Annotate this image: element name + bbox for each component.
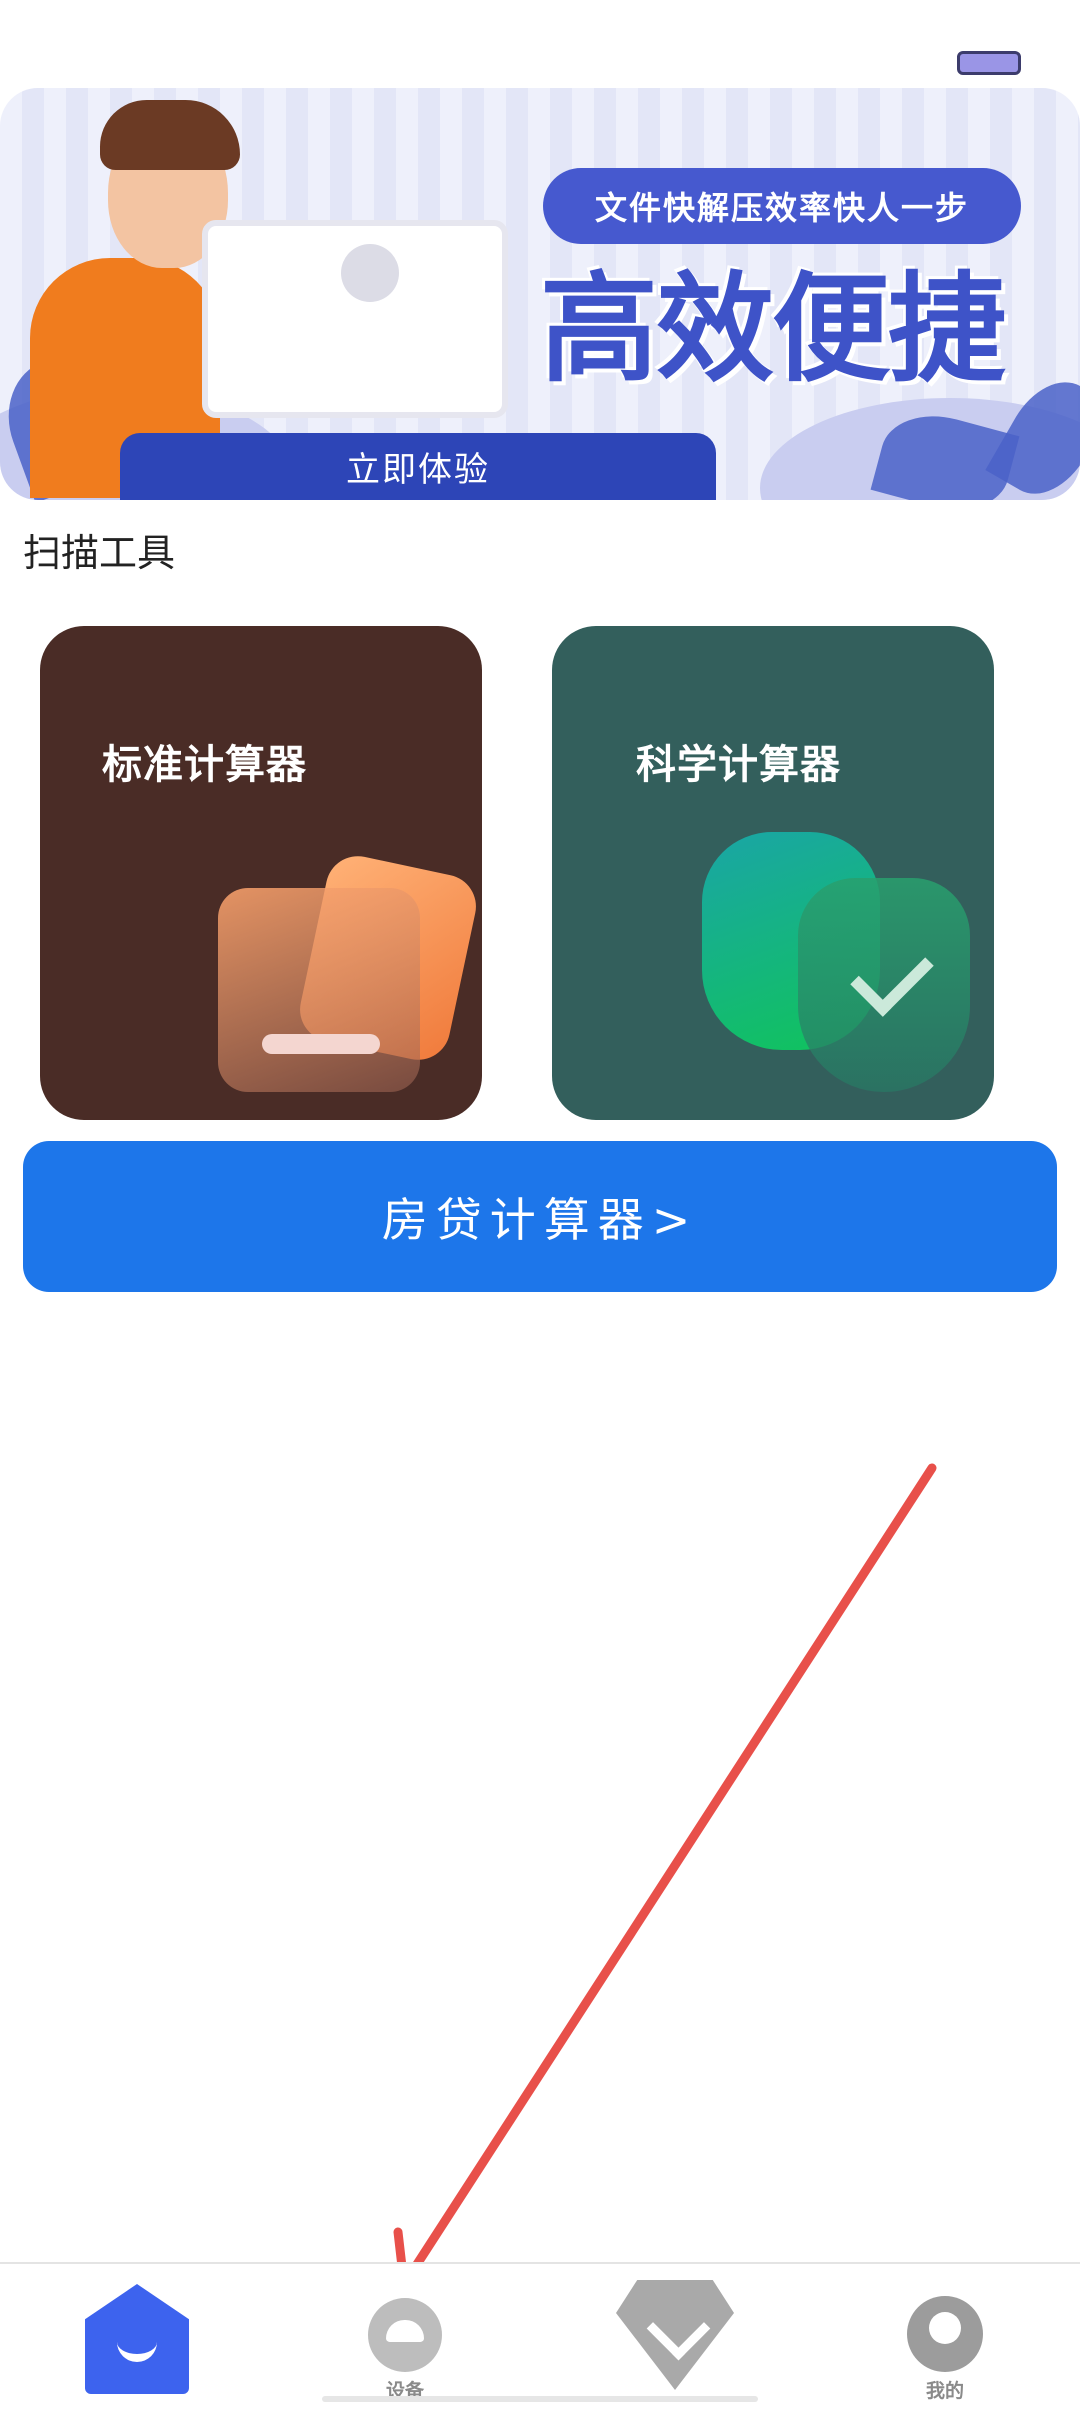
tab-vip[interactable]	[610, 2264, 740, 2410]
bottom-tab-bar: 设备 我的	[0, 2262, 1080, 2410]
mortgage-calculator-button[interactable]: 房贷计算器>	[23, 1141, 1057, 1292]
try-now-button[interactable]: 立即体验	[120, 433, 716, 500]
shield-check-icon	[798, 878, 970, 1092]
device-icon	[368, 2298, 442, 2372]
home-indicator[interactable]	[322, 2396, 758, 2402]
battery-icon	[957, 51, 1021, 75]
section-title: 扫描工具	[23, 531, 176, 575]
scientific-calculator-card[interactable]: 科学计算器	[552, 626, 994, 1120]
check-icon	[850, 933, 934, 1017]
standard-calculator-card[interactable]: 标准计算器	[40, 626, 482, 1120]
home-smile	[117, 2334, 157, 2362]
profile-icon	[907, 2296, 983, 2372]
person-illustration	[100, 100, 240, 170]
monitor-dot	[341, 244, 399, 302]
tab-home[interactable]	[82, 2264, 192, 2410]
diamond-icon	[616, 2280, 734, 2390]
tab-device[interactable]: 设备	[350, 2264, 460, 2410]
promo-banner[interactable]: 文件快解压效率快人一步 高效便捷 立即体验	[0, 88, 1080, 500]
folder-bar	[262, 1034, 380, 1054]
banner-headline: 高效便捷	[540, 259, 1006, 398]
card-label: 标准计算器	[102, 742, 307, 788]
tab-label: 我的	[925, 2380, 964, 2402]
folder-icon	[218, 888, 420, 1092]
card-label: 科学计算器	[636, 742, 841, 788]
home-icon	[85, 2284, 189, 2394]
monitor-illustration	[202, 220, 508, 418]
tab-profile[interactable]: 我的	[890, 2264, 1000, 2410]
